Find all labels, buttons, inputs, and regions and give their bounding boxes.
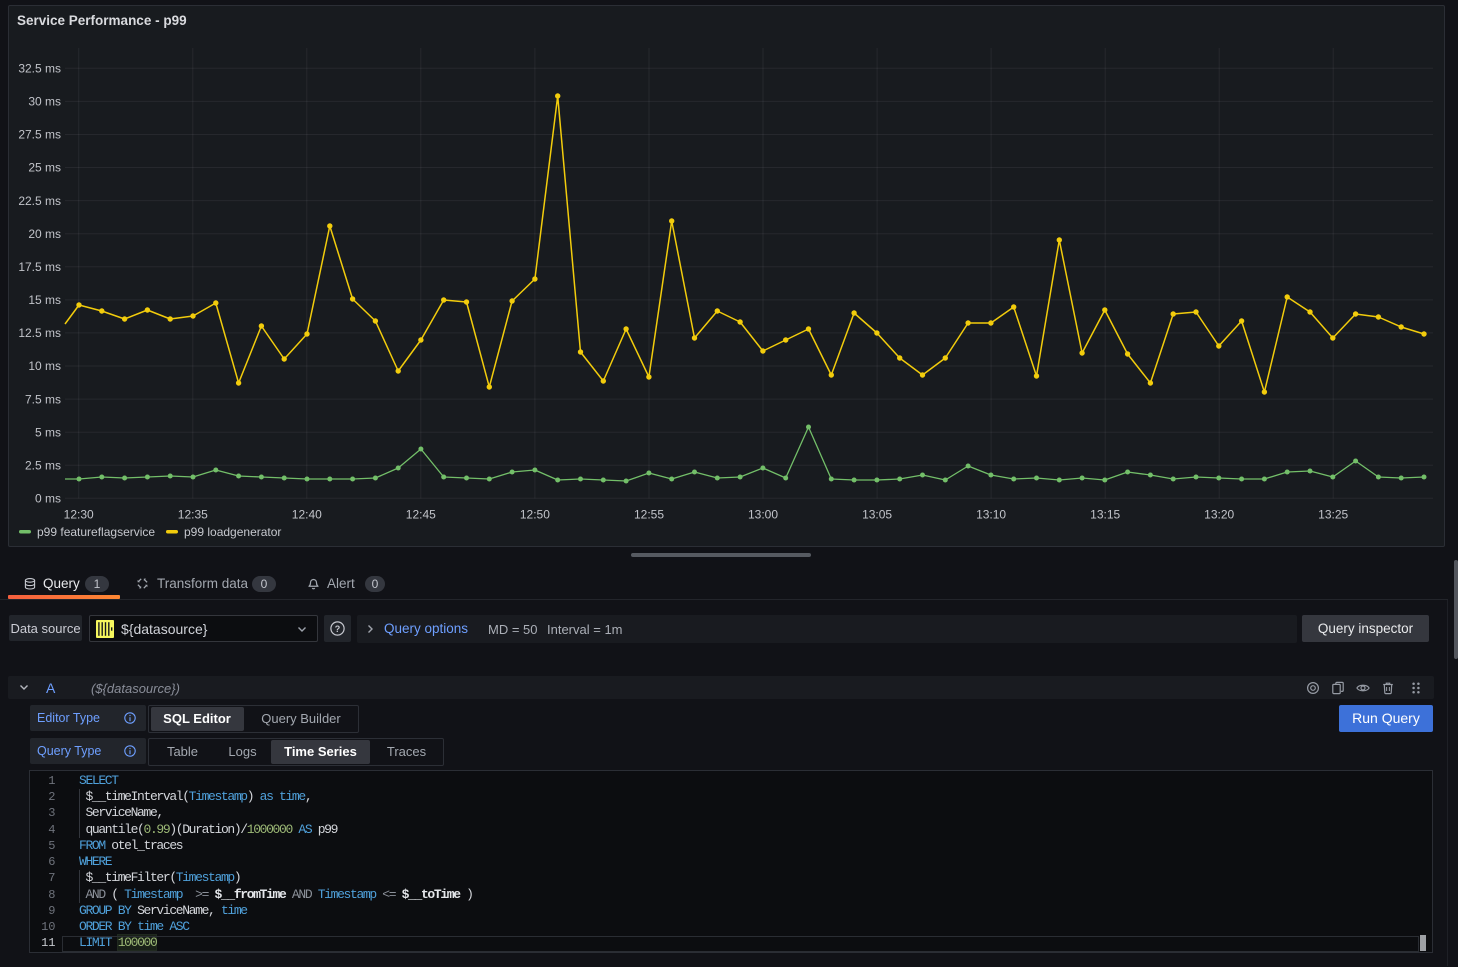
svg-text:7.5 ms: 7.5 ms xyxy=(25,392,61,406)
svg-text:13:00: 13:00 xyxy=(748,508,778,522)
svg-text:12:35: 12:35 xyxy=(178,508,208,522)
svg-text:12:40: 12:40 xyxy=(292,508,322,522)
svg-text:?: ? xyxy=(335,624,341,634)
svg-text:20 ms: 20 ms xyxy=(28,227,61,241)
svg-text:p99 featureflagservice: p99 featureflagservice xyxy=(37,525,155,539)
svg-text:13:15: 13:15 xyxy=(1090,508,1120,522)
svg-text:25 ms: 25 ms xyxy=(28,161,61,175)
svg-text:13:20: 13:20 xyxy=(1204,508,1234,522)
svg-text:12:55: 12:55 xyxy=(634,508,664,522)
svg-text:32.5 ms: 32.5 ms xyxy=(18,62,61,76)
svg-text:12.5 ms: 12.5 ms xyxy=(18,326,61,340)
svg-text:17.5 ms: 17.5 ms xyxy=(18,260,61,274)
svg-text:12:45: 12:45 xyxy=(406,508,436,522)
svg-text:15 ms: 15 ms xyxy=(28,293,61,307)
svg-text:0 ms: 0 ms xyxy=(35,492,61,506)
svg-text:13:25: 13:25 xyxy=(1318,508,1348,522)
svg-text:p99 loadgenerator: p99 loadgenerator xyxy=(184,525,281,539)
svg-text:22.5 ms: 22.5 ms xyxy=(18,194,61,208)
svg-text:12:50: 12:50 xyxy=(520,508,550,522)
svg-text:5 ms: 5 ms xyxy=(35,425,61,439)
svg-text:2.5 ms: 2.5 ms xyxy=(25,459,61,473)
svg-text:13:10: 13:10 xyxy=(976,508,1006,522)
svg-text:12:30: 12:30 xyxy=(64,508,94,522)
svg-text:30 ms: 30 ms xyxy=(28,95,61,109)
svg-text:27.5 ms: 27.5 ms xyxy=(18,128,61,142)
svg-text:13:05: 13:05 xyxy=(862,508,892,522)
svg-text:10 ms: 10 ms xyxy=(28,359,61,373)
